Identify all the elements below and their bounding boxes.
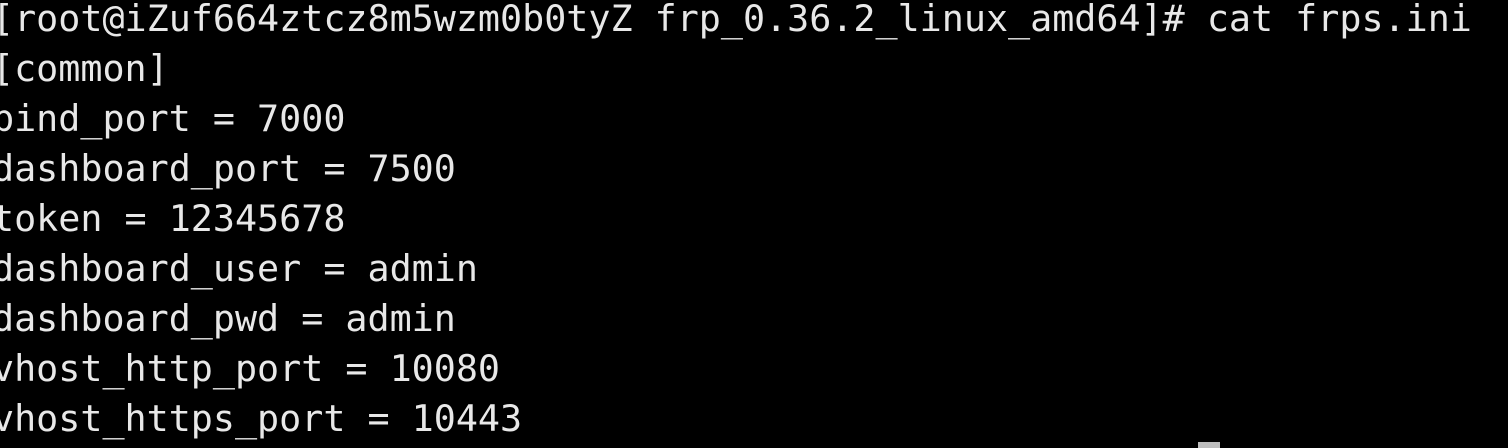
output-line-dashboard-user: dashboard_user = admin bbox=[0, 247, 478, 290]
terminal-window[interactable]: [root@iZuf664ztcz8m5wzm0b0tyZ frp_0.36.2… bbox=[0, 0, 1508, 448]
output-line-section-header: [common] bbox=[0, 47, 169, 90]
shell-prompt: [root@iZuf664ztcz8m5wzm0b0tyZ frp_0.36.2… bbox=[0, 0, 1207, 40]
text-cursor bbox=[1198, 442, 1220, 448]
output-line-token: token = 12345678 bbox=[0, 197, 346, 240]
output-line-bind-port: bind_port = 7000 bbox=[0, 97, 346, 140]
command-line: [root@iZuf664ztcz8m5wzm0b0tyZ frp_0.36.2… bbox=[0, 0, 1472, 44]
output-line-dashboard-port: dashboard_port = 7500 bbox=[0, 147, 456, 190]
command-text: cat frps.ini bbox=[1206, 0, 1472, 40]
output-line-vhost-https-port: vhost_https_port = 10443 bbox=[0, 397, 523, 440]
output-line-vhost-http-port: vhost_http_port = 10080 bbox=[0, 347, 501, 390]
output-line-dashboard-pwd: dashboard_pwd = admin bbox=[0, 297, 456, 340]
